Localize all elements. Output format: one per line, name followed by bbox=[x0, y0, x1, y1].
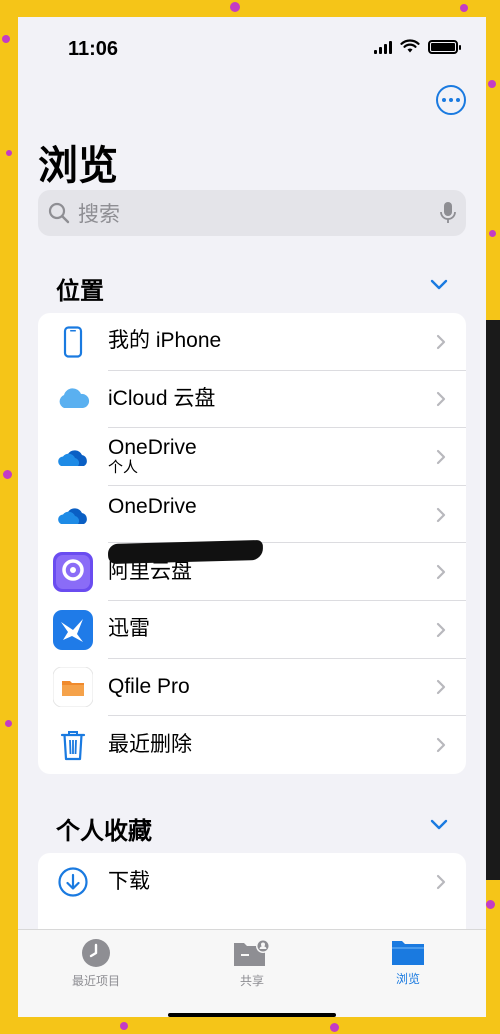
tab-recents[interactable]: 最近项目 bbox=[18, 930, 174, 1017]
collapse-locations-chevron-icon[interactable] bbox=[430, 279, 448, 291]
microphone-icon[interactable] bbox=[440, 201, 456, 225]
location-sublabel: 个人 bbox=[108, 459, 139, 477]
background-edge bbox=[486, 320, 500, 880]
iphone-icon bbox=[63, 326, 83, 358]
aliyun-drive-icon bbox=[53, 552, 93, 593]
location-item-recently-deleted[interactable]: 最近删除 bbox=[38, 716, 466, 774]
location-item-onedrive-personal[interactable]: OneDrive 个人 bbox=[38, 428, 466, 486]
chevron-right-icon bbox=[436, 507, 446, 522]
folder-icon bbox=[392, 941, 424, 965]
chevron-right-icon bbox=[436, 680, 446, 695]
location-item-my-iphone[interactable]: 我的 iPhone bbox=[38, 313, 466, 371]
more-options-button[interactable] bbox=[436, 85, 466, 115]
tab-browse[interactable]: 浏览 bbox=[330, 930, 486, 1017]
background-dot bbox=[2, 35, 10, 43]
background-dot bbox=[5, 720, 12, 727]
location-item-qfile[interactable]: Qfile Pro bbox=[38, 659, 466, 717]
location-label: 迅雷 bbox=[108, 617, 150, 641]
chevron-right-icon bbox=[436, 622, 446, 637]
background-dot bbox=[330, 1023, 339, 1032]
tab-shared[interactable]: 共享 bbox=[174, 930, 330, 1017]
favorite-label: 下载 bbox=[108, 869, 150, 893]
onedrive-icon bbox=[58, 507, 87, 524]
background-dot bbox=[460, 4, 468, 12]
search-icon bbox=[48, 202, 70, 224]
search-placeholder: 搜索 bbox=[78, 203, 120, 226]
chevron-right-icon bbox=[436, 874, 446, 889]
shared-folder-icon bbox=[234, 939, 270, 966]
location-label: 我的 iPhone bbox=[108, 329, 222, 353]
page-title: 浏览 bbox=[38, 144, 118, 188]
tab-label: 最近项目 bbox=[71, 974, 120, 988]
chevron-right-icon bbox=[436, 449, 446, 465]
location-item-onedrive-redacted[interactable]: OneDrive bbox=[38, 486, 466, 544]
cellular-signal-icon bbox=[374, 40, 392, 54]
battery-icon bbox=[428, 39, 461, 54]
qfile-icon bbox=[53, 667, 93, 708]
onedrive-icon bbox=[58, 450, 87, 466]
collapse-favorites-chevron-icon[interactable] bbox=[430, 819, 448, 831]
chevron-right-icon bbox=[436, 392, 446, 407]
location-label: Qfile Pro bbox=[108, 674, 190, 698]
status-icons bbox=[374, 39, 461, 54]
location-label: iCloud 云盘 bbox=[108, 386, 216, 410]
location-label: OneDrive bbox=[108, 436, 197, 460]
background-dot bbox=[120, 1022, 128, 1030]
location-label: 最近删除 bbox=[108, 732, 192, 756]
location-label: OneDrive bbox=[108, 494, 197, 518]
tab-label: 共享 bbox=[239, 974, 264, 988]
location-item-xunlei[interactable]: 迅雷 bbox=[38, 601, 466, 659]
download-icon bbox=[58, 867, 88, 897]
background-dot bbox=[6, 150, 12, 156]
status-bar: 11:06 bbox=[18, 17, 486, 77]
location-label: 阿里云盘 bbox=[108, 559, 192, 583]
background-dot bbox=[486, 900, 495, 909]
location-item-icloud[interactable]: iCloud 云盘 bbox=[38, 371, 466, 429]
background-dot bbox=[488, 80, 496, 88]
background-dot bbox=[3, 470, 12, 479]
search-field[interactable]: 搜索 bbox=[38, 190, 466, 236]
tab-bar: 最近项目 共享 浏览 bbox=[18, 929, 486, 1017]
redaction-scribble bbox=[107, 539, 264, 565]
chevron-right-icon bbox=[436, 565, 446, 580]
background-dot bbox=[230, 2, 240, 12]
favorite-item-downloads[interactable]: 下载 bbox=[38, 853, 466, 911]
tab-label: 浏览 bbox=[395, 972, 420, 986]
clock-icon bbox=[82, 939, 110, 967]
section-header-favorites[interactable]: 个人收藏 bbox=[56, 811, 152, 846]
chevron-right-icon bbox=[436, 334, 446, 349]
xunlei-icon bbox=[53, 609, 93, 650]
phone-screen: 11:06 浏览 搜索 位置 我的 iPhone iCloud 云盘 OneDr… bbox=[18, 17, 486, 1017]
icloud-icon bbox=[59, 388, 90, 409]
chevron-right-icon bbox=[436, 737, 446, 753]
wifi-icon bbox=[400, 39, 420, 53]
background-dot bbox=[489, 230, 496, 237]
section-header-locations[interactable]: 位置 bbox=[56, 271, 104, 306]
home-indicator bbox=[168, 1013, 336, 1017]
status-time: 11:06 bbox=[68, 38, 119, 60]
trash-icon bbox=[60, 730, 86, 761]
